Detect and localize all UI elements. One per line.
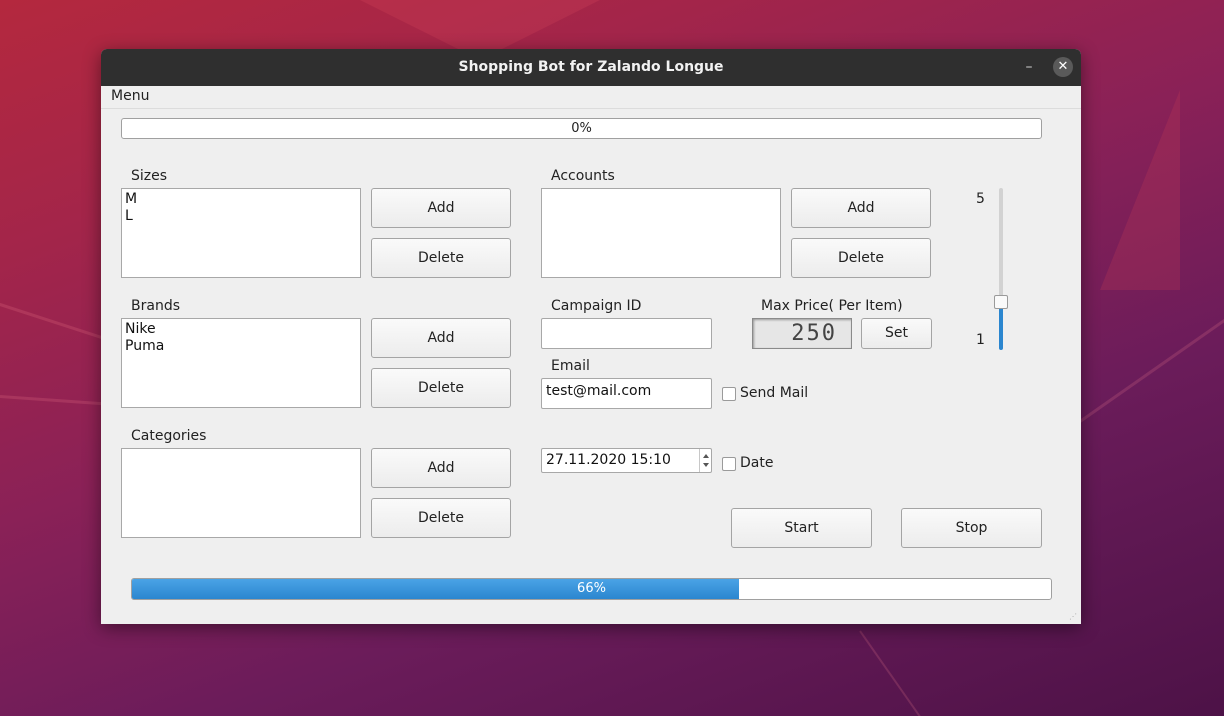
slider-track [999,188,1003,301]
sizes-delete-button[interactable]: Delete [371,238,511,278]
date-checkbox-label: Date [740,455,774,471]
categories-delete-button[interactable]: Delete [371,498,511,538]
top-progress-bar: 0% [121,118,1042,139]
sizes-add-button[interactable]: Add [371,188,511,228]
campaign-id-input[interactable] [541,318,712,349]
list-item[interactable]: Puma [125,338,357,355]
brands-delete-button[interactable]: Delete [371,368,511,408]
accounts-add-button[interactable]: Add [791,188,931,228]
categories-label: Categories [131,428,207,444]
slider-handle[interactable] [994,294,1008,309]
wallpaper-streak [859,630,942,716]
brands-label: Brands [131,298,180,314]
accounts-label: Accounts [551,168,615,184]
quantity-slider[interactable] [991,188,1011,350]
bottom-progress-bar: 66% [131,578,1052,600]
send-mail-label: Send Mail [740,385,809,401]
list-item[interactable]: L [125,208,357,225]
date-time-value: 27.11.2020 15:10 [546,452,671,468]
sizes-label: Sizes [131,168,168,184]
app-window: Shopping Bot for Zalando Longue – ✕ Menu… [101,49,1081,624]
stop-button[interactable]: Stop [901,508,1042,548]
set-price-button[interactable]: Set [861,318,932,349]
slider-max-label: 5 [976,191,985,207]
email-field[interactable]: test@mail.com [541,378,712,409]
accounts-list[interactable] [541,188,781,278]
title-bar[interactable]: Shopping Bot for Zalando Longue – ✕ [101,49,1081,86]
date-time-input[interactable]: 27.11.2020 15:10 [541,448,712,473]
spin-up-down-icon[interactable] [700,449,712,472]
window-title: Shopping Bot for Zalando Longue [458,59,724,75]
close-button[interactable]: ✕ [1053,57,1073,77]
accounts-delete-button[interactable]: Delete [791,238,931,278]
wallpaper-facet [1100,90,1180,290]
start-button[interactable]: Start [731,508,872,548]
send-mail-checkbox[interactable] [722,387,736,401]
wallpaper-streak [1079,317,1224,423]
campaign-id-label: Campaign ID [551,298,642,314]
progress-text: 0% [571,121,592,136]
resize-grip[interactable]: ⋰ [1069,612,1079,622]
list-item[interactable]: M [125,191,357,208]
max-price-label: Max Price( Per Item) [761,298,903,314]
date-checkbox[interactable] [722,457,736,471]
progress-text: 66% [577,581,606,596]
slider-min-label: 1 [976,332,985,348]
sizes-list[interactable]: ML [121,188,361,278]
menu-item-menu[interactable]: Menu [111,88,149,104]
categories-list[interactable] [121,448,361,538]
menu-bar: Menu [101,86,1081,109]
brands-list[interactable]: Nike Puma [121,318,361,408]
list-item[interactable]: Nike [125,321,357,338]
categories-add-button[interactable]: Add [371,448,511,488]
max-price-display: 250 [752,318,852,349]
minimize-button[interactable]: – [1019,57,1039,77]
brands-add-button[interactable]: Add [371,318,511,358]
email-label: Email [551,358,590,374]
spin-arrows[interactable] [699,449,712,472]
